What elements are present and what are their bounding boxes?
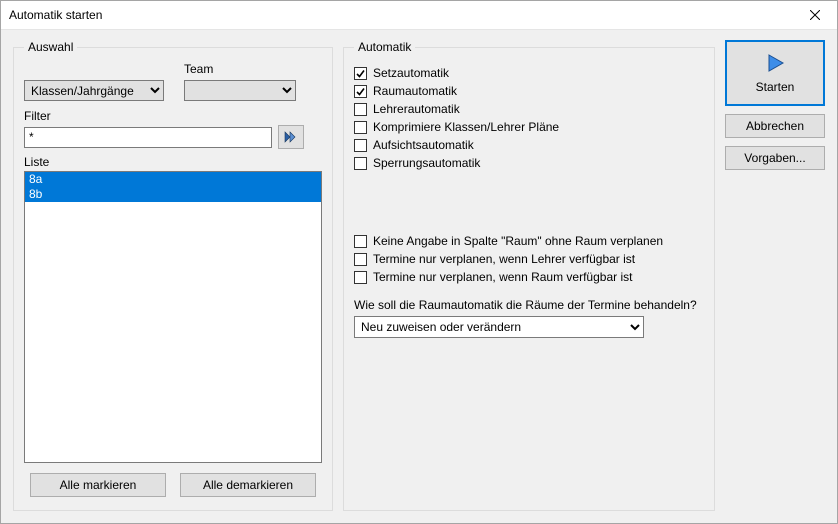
close-button[interactable] <box>793 1 837 29</box>
checkbox-row: Raumautomatik <box>354 84 704 98</box>
checkbox[interactable] <box>354 271 367 284</box>
checkbox[interactable] <box>354 139 367 152</box>
column-right: Starten Abbrechen Vorgaben... <box>725 40 825 511</box>
liste-label: Liste <box>24 155 322 169</box>
scope-field: Klassen/Jahrgänge <box>24 62 164 101</box>
group-automatik: Automatik Setzautomatik Raumautomatik Lehr… <box>343 40 715 511</box>
checkbox[interactable] <box>354 121 367 134</box>
dialog-body: Auswahl Klassen/Jahrgänge Team <box>1 30 837 523</box>
checkbox-label: Sperrungsautomatik <box>373 156 480 170</box>
checkbox-label: Lehrerautomatik <box>373 102 460 116</box>
checkbox-row: Lehrerautomatik <box>354 102 704 116</box>
automatik-bottom-checks: Keine Angabe in Spalte "Raum" ohne Raum … <box>354 234 704 284</box>
checkbox-row: Aufsichtsautomatik <box>354 138 704 152</box>
checkbox-label: Termine nur verplanen, wenn Lehrer verfü… <box>373 252 635 266</box>
checkbox[interactable] <box>354 67 367 80</box>
cancel-button[interactable]: Abbrechen <box>725 114 825 138</box>
filter-apply-button[interactable] <box>278 125 304 149</box>
checkbox-label: Raumautomatik <box>373 84 457 98</box>
filter-label: Filter <box>24 109 322 123</box>
checkbox-label: Setzautomatik <box>373 66 449 80</box>
play-icon <box>764 52 786 74</box>
close-icon <box>810 10 820 20</box>
scope-combo[interactable]: Klassen/Jahrgänge <box>24 80 164 101</box>
checkbox-row: Setzautomatik <box>354 66 704 80</box>
checkbox-row: Keine Angabe in Spalte "Raum" ohne Raum … <box>354 234 704 248</box>
group-automatik-legend: Automatik <box>354 40 415 54</box>
group-auswahl: Auswahl Klassen/Jahrgänge Team <box>13 40 333 511</box>
checkbox-label: Termine nur verplanen, wenn Raum verfügb… <box>373 270 632 284</box>
checkbox[interactable] <box>354 85 367 98</box>
column-left: Auswahl Klassen/Jahrgänge Team <box>13 40 333 511</box>
select-all-button[interactable]: Alle markieren <box>30 473 166 497</box>
checkbox-label: Komprimiere Klassen/Lehrer Pläne <box>373 120 559 134</box>
room-mode-combo[interactable]: Neu zuweisen oder verändern <box>354 316 644 338</box>
list-item[interactable]: 8b <box>25 187 321 202</box>
start-button[interactable]: Starten <box>725 40 825 106</box>
checkbox[interactable] <box>354 235 367 248</box>
filter-input[interactable] <box>24 127 272 148</box>
checkbox[interactable] <box>354 103 367 116</box>
checkbox-label: Aufsichtsautomatik <box>373 138 474 152</box>
list-item[interactable]: 8a <box>25 172 321 187</box>
team-label: Team <box>184 62 296 76</box>
column-mid: Automatik Setzautomatik Raumautomatik Lehr… <box>343 40 715 511</box>
team-field: Team <box>184 62 296 101</box>
checkbox-row: Termine nur verplanen, wenn Raum verfügb… <box>354 270 704 284</box>
liste-listbox[interactable]: 8a8b <box>24 171 322 463</box>
checkbox[interactable] <box>354 157 367 170</box>
filter-apply-icon <box>283 130 299 144</box>
window-title: Automatik starten <box>9 8 102 22</box>
checkbox-row: Termine nur verplanen, wenn Lehrer verfü… <box>354 252 704 266</box>
auswahl-buttons: Alle markieren Alle demarkieren <box>24 473 322 497</box>
titlebar: Automatik starten <box>1 1 837 30</box>
checkbox[interactable] <box>354 253 367 266</box>
start-button-label: Starten <box>756 80 795 94</box>
team-combo[interactable] <box>184 80 296 101</box>
deselect-all-button[interactable]: Alle demarkieren <box>180 473 316 497</box>
room-question-label: Wie soll die Raumautomatik die Räume der… <box>354 298 704 312</box>
filter-row <box>24 125 322 149</box>
automatik-top-checks: Setzautomatik Raumautomatik Lehrerautomati… <box>354 66 704 170</box>
dialog-window: Automatik starten Auswahl Klassen/Jahrgä… <box>0 0 838 524</box>
defaults-button[interactable]: Vorgaben... <box>725 146 825 170</box>
checkbox-label: Keine Angabe in Spalte "Raum" ohne Raum … <box>373 234 663 248</box>
checkbox-row: Komprimiere Klassen/Lehrer Pläne <box>354 120 704 134</box>
auswahl-top-row: Klassen/Jahrgänge Team <box>24 62 322 101</box>
group-auswahl-legend: Auswahl <box>24 40 77 54</box>
spacer <box>354 170 704 230</box>
checkbox-row: Sperrungsautomatik <box>354 156 704 170</box>
